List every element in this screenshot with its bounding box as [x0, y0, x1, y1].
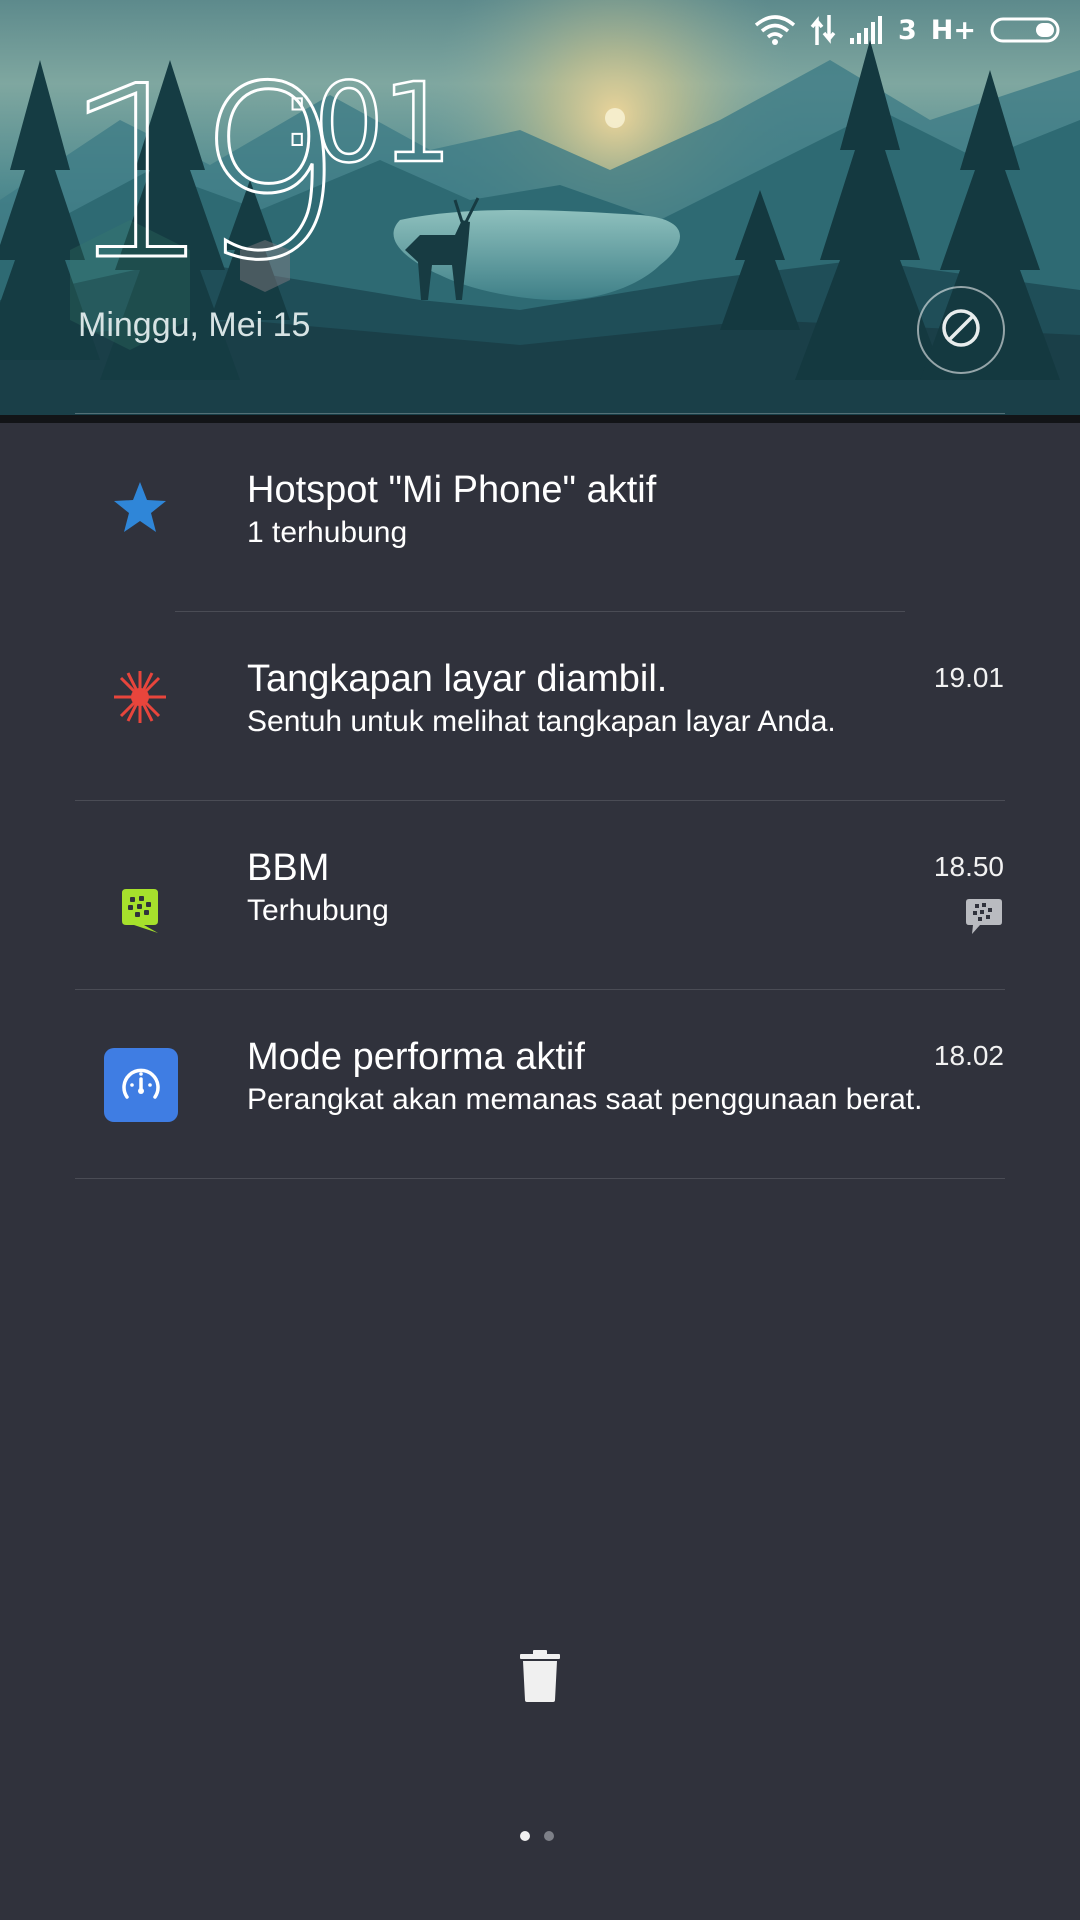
signal-icon — [849, 16, 884, 44]
notification-subtitle: 1 terhubung — [247, 516, 408, 549]
data-transfer-icon — [810, 15, 836, 45]
notification-screenshot[interactable]: Tangkapan layar diambil. Sentuh untuk me… — [0, 612, 1080, 801]
clock-minutes: 01 — [313, 59, 453, 187]
status-bar: 3 H+ — [754, 10, 1062, 50]
header-divider — [75, 413, 1005, 414]
bbm-icon — [100, 871, 180, 951]
notification-list: Hotspot "Mi Phone" aktif 1 terhubung Tan… — [0, 423, 1080, 1179]
page-dot-1[interactable] — [520, 1831, 530, 1841]
page-indicator — [520, 1831, 554, 1841]
screenshot-burst-icon — [100, 657, 180, 737]
notification-time: 19.01 — [933, 662, 1004, 693]
notification-time: 18.02 — [933, 1040, 1004, 1071]
notification-time: 18.50 — [933, 851, 1004, 882]
network-type: H+ — [930, 14, 976, 46]
notification-subtitle: Perangkat akan memanas saat penggunaan b… — [247, 1083, 923, 1116]
clock-separator: : — [281, 62, 313, 167]
notification-title: Tangkapan layar diambil. — [247, 658, 668, 700]
notification-divider — [75, 1178, 1005, 1179]
notification-hotspot[interactable]: Hotspot "Mi Phone" aktif 1 terhubung — [0, 423, 1080, 612]
bbm-chat-icon — [964, 898, 1004, 941]
speedometer-icon — [104, 1048, 178, 1122]
star-icon — [100, 468, 180, 548]
sim-label: 3 — [897, 14, 917, 46]
notification-bbm[interactable]: BBM Terhubung 18.50 — [0, 801, 1080, 990]
notification-title: Mode performa aktif — [247, 1036, 585, 1078]
clear-notifications-button[interactable] — [515, 1648, 565, 1708]
lockscreen-header: 3 H+ 19 : 01 Minggu, Mei 15 — [0, 0, 1080, 420]
date-label: Minggu, Mei 15 — [78, 306, 311, 344]
page-dot-2[interactable] — [544, 1831, 554, 1841]
notification-subtitle: Sentuh untuk melihat tangkapan layar And… — [247, 705, 836, 738]
notification-subtitle: Terhubung — [247, 894, 389, 927]
trash-icon — [520, 1649, 560, 1707]
do-not-disturb-icon — [939, 306, 983, 355]
notification-title: BBM — [247, 847, 330, 889]
battery-icon — [990, 16, 1062, 44]
notification-title: Hotspot "Mi Phone" aktif — [247, 469, 657, 511]
header-separator — [0, 415, 1080, 423]
wifi-icon — [754, 15, 796, 45]
notification-performance-mode[interactable]: Mode performa aktif Perangkat akan meman… — [0, 990, 1080, 1179]
do-not-disturb-button[interactable] — [917, 286, 1005, 374]
